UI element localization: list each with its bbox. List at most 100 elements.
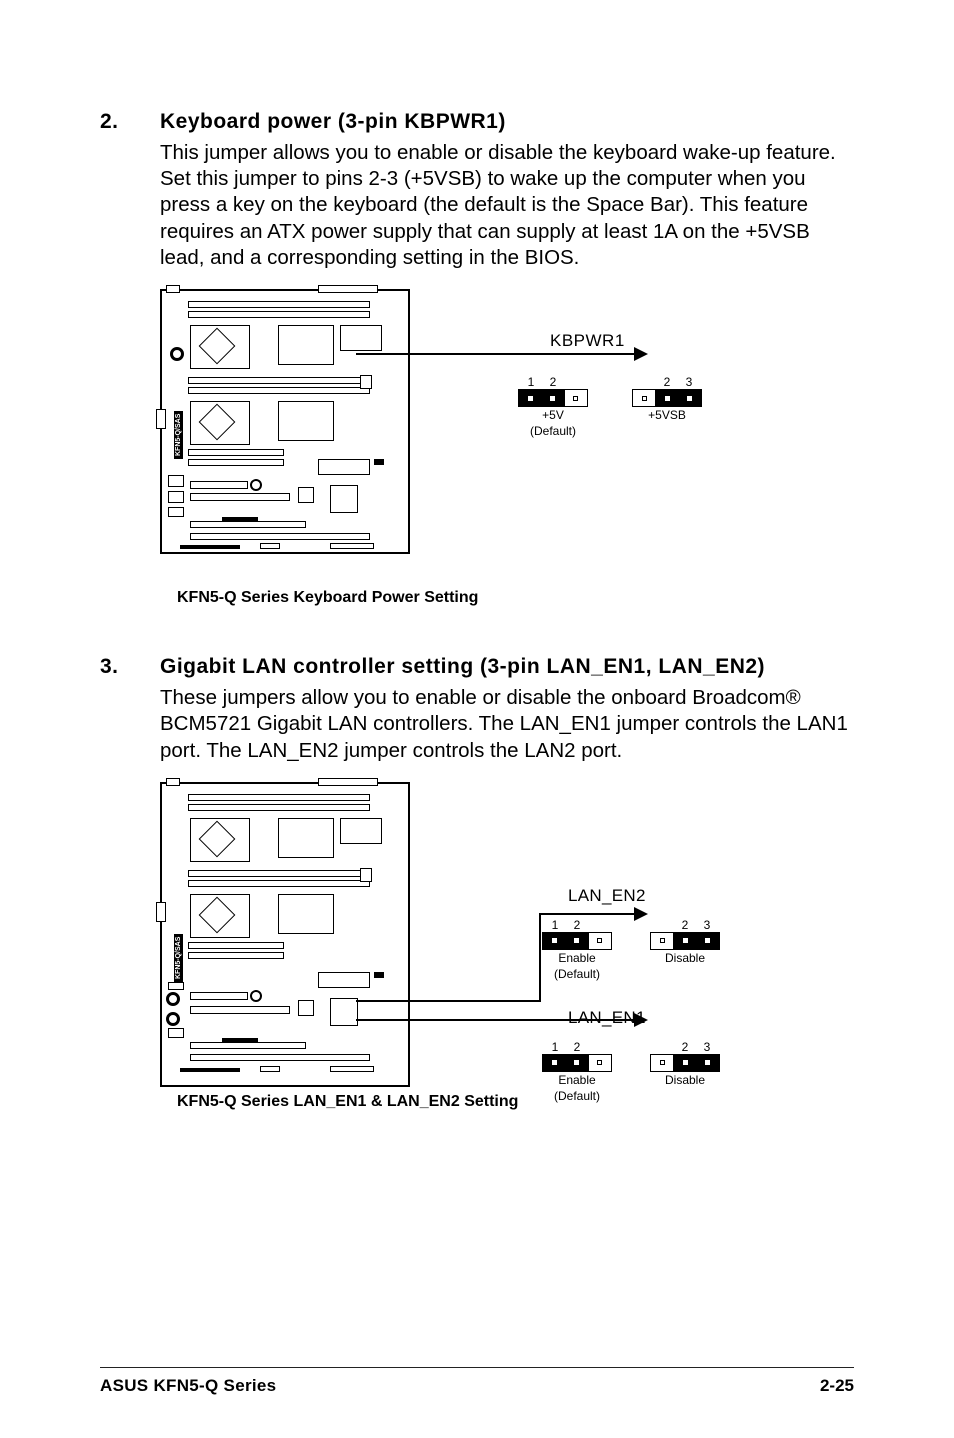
dimm-slot bbox=[188, 377, 370, 384]
lan-en1-label: LAN_EN1 bbox=[568, 1008, 646, 1028]
jumper-pins bbox=[632, 389, 702, 407]
board-outline-1: KFN5-Q/SAS bbox=[160, 289, 410, 554]
pin-num: 2 bbox=[674, 1040, 696, 1054]
jumper-cap-icon bbox=[543, 1055, 588, 1071]
kbpwr1-label: KBPWR1 bbox=[550, 331, 625, 351]
arrow-seg bbox=[356, 1000, 541, 1002]
footer-right: 2-25 bbox=[820, 1376, 854, 1396]
jumper-pins bbox=[650, 932, 720, 950]
pin-num: 1 bbox=[544, 918, 566, 932]
item-2-heading: 2. Keyboard power (3-pin KBPWR1) bbox=[100, 110, 854, 134]
jumper-sub-default: (Default) bbox=[542, 1090, 612, 1104]
pin-num: 2 bbox=[674, 918, 696, 932]
pin-num: 2 bbox=[566, 1040, 588, 1054]
io-block bbox=[168, 475, 184, 487]
pci-slot bbox=[190, 1042, 306, 1049]
heatsink bbox=[318, 972, 370, 988]
jumper-fig-lan-en1-enable: 1 2 Enable (Default) bbox=[542, 1040, 612, 1104]
conn bbox=[190, 493, 290, 501]
edge-conn bbox=[330, 543, 374, 549]
jumper-fig-lan-en1-disable: 2 3 Disable bbox=[650, 1040, 720, 1088]
conn bbox=[166, 285, 180, 293]
pci-key bbox=[222, 1038, 258, 1043]
pci-slot bbox=[190, 521, 306, 528]
edge-conn bbox=[330, 1066, 374, 1072]
conn bbox=[190, 992, 248, 1000]
conn bbox=[190, 481, 248, 489]
arrow-line bbox=[356, 353, 646, 355]
pci-key bbox=[222, 517, 258, 522]
arrow-seg-head bbox=[539, 913, 646, 915]
fan-header bbox=[330, 998, 358, 1026]
jumper-pins bbox=[650, 1054, 720, 1072]
jumper-cap-icon bbox=[674, 933, 719, 949]
io-notch bbox=[156, 409, 166, 429]
power-block bbox=[278, 401, 334, 441]
pci-slot bbox=[190, 533, 370, 540]
dimm-slot bbox=[188, 952, 284, 959]
jumper-sub: Disable bbox=[650, 1074, 720, 1088]
chip-small bbox=[298, 1000, 314, 1016]
jumper-loc-marker bbox=[166, 1012, 180, 1026]
heatsink bbox=[318, 459, 370, 475]
diagram-lan: KFN5-Q/SAS LAN_EN2 L bbox=[160, 782, 800, 1142]
jumper bbox=[374, 972, 384, 978]
jumper-sub: Enable bbox=[542, 952, 612, 966]
jumper-cap-icon bbox=[656, 390, 701, 406]
pci-slot bbox=[190, 1054, 370, 1061]
pin-num: 3 bbox=[696, 918, 718, 932]
jumper-sub-default: (Default) bbox=[518, 425, 588, 439]
jumper-cap-icon bbox=[519, 390, 564, 406]
conn bbox=[190, 1006, 290, 1014]
jumper bbox=[374, 459, 384, 465]
jumper-open-pin bbox=[651, 933, 674, 949]
pin-num: 3 bbox=[678, 375, 700, 389]
pin-numbers: 2 3 bbox=[650, 918, 720, 932]
ring bbox=[250, 990, 262, 1002]
pin-num: 2 bbox=[542, 375, 564, 389]
dimm-slot bbox=[188, 880, 370, 887]
jumper-open-pin bbox=[564, 390, 587, 406]
item-3-heading: 3. Gigabit LAN controller setting (3-pin… bbox=[100, 655, 854, 679]
conn-small bbox=[360, 868, 372, 882]
edge-conn bbox=[260, 543, 280, 549]
pin-num: 1 bbox=[520, 375, 542, 389]
pin-num: 2 bbox=[566, 918, 588, 932]
pin-numbers: 1 2 bbox=[542, 1040, 612, 1054]
dimm-slot bbox=[188, 794, 370, 801]
jumper-loc-marker bbox=[166, 992, 180, 1006]
io-block bbox=[168, 1028, 184, 1038]
diagram2-caption: KFN5-Q Series LAN_EN1 & LAN_EN2 Setting bbox=[177, 1092, 518, 1112]
jumper-sub: Disable bbox=[650, 952, 720, 966]
power-block bbox=[278, 894, 334, 934]
io-block bbox=[168, 507, 184, 517]
jumper-open-pin bbox=[588, 1055, 611, 1071]
edge-conn bbox=[180, 545, 240, 549]
jumper-cap-icon bbox=[674, 1055, 719, 1071]
dimm-slot bbox=[188, 459, 284, 466]
edge-conn bbox=[180, 1068, 240, 1072]
jumper-fig-lan-en2-disable: 2 3 Disable bbox=[650, 918, 720, 966]
edge-conn bbox=[260, 1066, 280, 1072]
jumper-cap-icon bbox=[543, 933, 588, 949]
board-model-label: KFN5-Q/SAS bbox=[174, 411, 183, 459]
arrow-seg bbox=[539, 913, 541, 1002]
io-block bbox=[168, 491, 184, 503]
fan-header bbox=[330, 485, 358, 513]
pin-numbers: 1 2 bbox=[518, 375, 588, 389]
jumper-open-pin bbox=[633, 390, 656, 406]
pin-numbers: 1 2 bbox=[542, 918, 612, 932]
pin-num: 3 bbox=[696, 1040, 718, 1054]
io-block bbox=[168, 982, 184, 990]
conn-block bbox=[340, 325, 382, 351]
board-outline-2: KFN5-Q/SAS bbox=[160, 782, 410, 1087]
conn bbox=[166, 778, 180, 786]
jumper-pins bbox=[542, 1054, 612, 1072]
jumper-sub-default: (Default) bbox=[542, 968, 612, 982]
lan-en2-label: LAN_EN2 bbox=[568, 886, 646, 906]
jumper-fig-5v: 1 2 +5V (Default) bbox=[518, 375, 588, 439]
dimm-slot bbox=[188, 311, 370, 318]
jumper-sub: +5VSB bbox=[632, 409, 702, 423]
jumper-pins bbox=[518, 389, 588, 407]
jumper-open-pin bbox=[588, 933, 611, 949]
